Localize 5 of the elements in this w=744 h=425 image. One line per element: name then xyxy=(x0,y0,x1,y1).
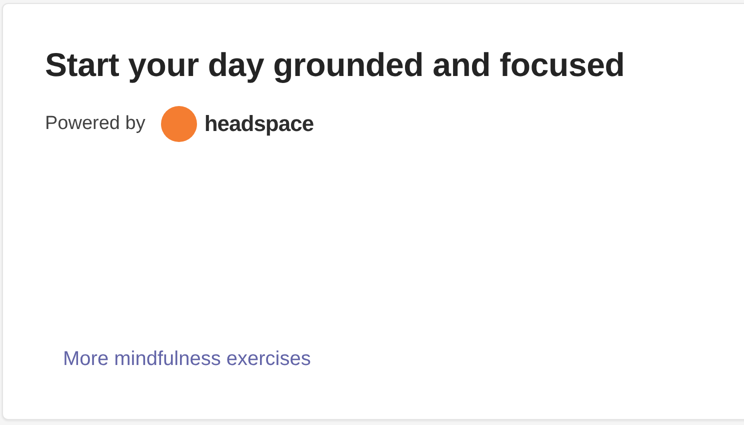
more-exercises-link[interactable]: More mindfulness exercises xyxy=(63,348,311,371)
brand-name: headspace xyxy=(204,111,314,137)
logo-dot-icon xyxy=(161,106,198,142)
card-title: Start your day grounded and focused xyxy=(45,46,626,84)
powered-by-label: Powered by xyxy=(45,113,146,135)
